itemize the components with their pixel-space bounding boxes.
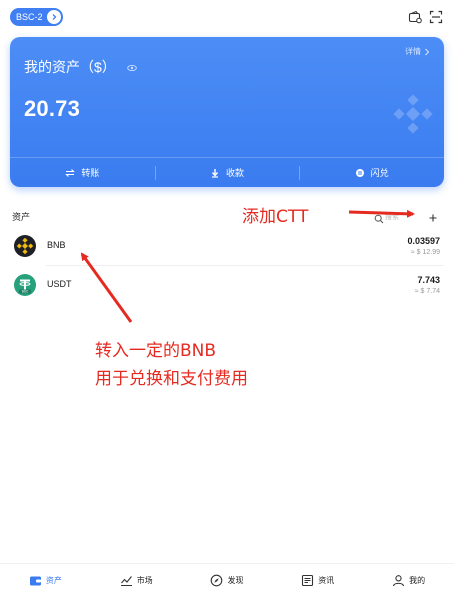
- details-link[interactable]: 详情: [405, 46, 430, 57]
- asset-row-bnb[interactable]: BNB 0.03597 ≈ $ 12.99: [0, 233, 454, 267]
- asset-name: BNB: [47, 240, 66, 250]
- svg-text:BSC: BSC: [22, 290, 29, 294]
- receive-button[interactable]: 收款: [154, 158, 300, 187]
- news-icon: [302, 574, 314, 587]
- details-label: 详情: [405, 47, 421, 56]
- usdt-icon: BSC: [14, 274, 36, 296]
- card-title: 我的资产（$）: [24, 59, 116, 75]
- asset-name: USDT: [47, 279, 72, 289]
- nav-label: 发现: [227, 576, 244, 585]
- nav-news[interactable]: 资讯: [272, 564, 363, 597]
- nav-market[interactable]: 市场: [91, 564, 182, 597]
- eye-icon[interactable]: [127, 60, 137, 72]
- nav-label: 市场: [136, 576, 153, 585]
- asset-fiat-value: ≈ $ 7.74: [414, 288, 440, 295]
- annotation-bnb-line2: 用于兑换和支付费用: [95, 369, 248, 389]
- nav-label: 资产: [45, 576, 62, 585]
- search-label[interactable]: 搜索: [385, 212, 399, 222]
- annotation-add-ctt: 添加CTT: [242, 207, 309, 227]
- card-actions: 转账 收款 闪兑: [10, 157, 444, 187]
- transfer-button[interactable]: 转账: [10, 158, 155, 187]
- add-asset-icon[interactable]: [428, 210, 438, 222]
- nav-discover[interactable]: 发现: [182, 564, 273, 597]
- swap-button[interactable]: 闪兑: [299, 158, 444, 187]
- asset-balance: 7.743: [417, 275, 440, 285]
- nav-label: 资讯: [318, 576, 335, 585]
- transfer-label: 转账: [81, 168, 100, 178]
- wallet-manage-icon[interactable]: [408, 10, 422, 24]
- receive-label: 收款: [226, 168, 245, 178]
- compass-icon: [211, 574, 223, 587]
- market-chart-icon: [120, 576, 132, 587]
- search-icon[interactable]: [374, 211, 384, 224]
- asset-fiat-value: ≈ $ 12.99: [410, 249, 440, 256]
- network-label: BSC-2: [16, 12, 43, 22]
- scan-icon[interactable]: [429, 10, 443, 24]
- wallet-icon: [29, 576, 41, 586]
- swap-label: 闪兑: [370, 168, 389, 178]
- swap-icon: [355, 168, 364, 177]
- nav-assets[interactable]: 资产: [0, 564, 91, 597]
- bnb-watermark-icon: [392, 93, 434, 135]
- chevron-right-icon: [425, 48, 430, 55]
- total-assets-card: 我的资产（$） 详情 20.73 转账 收款 闪兑: [10, 37, 444, 187]
- transfer-icon: [65, 168, 76, 177]
- user-icon: [393, 575, 405, 587]
- assets-section-title: 资产: [12, 212, 31, 222]
- bottom-nav: 资产 市场 发现 资讯 我的: [0, 563, 454, 597]
- bnb-icon: [14, 235, 36, 257]
- annotation-bnb-line1: 转入一定的BNB: [95, 341, 217, 361]
- receive-icon: [211, 168, 219, 178]
- row-divider: [46, 265, 444, 266]
- network-selector[interactable]: BSC-2: [10, 8, 63, 26]
- nav-profile[interactable]: 我的: [363, 564, 454, 597]
- asset-balance: 0.03597: [407, 236, 440, 246]
- total-amount: 20.73: [24, 96, 81, 121]
- asset-row-usdt[interactable]: BSC USDT 7.743 ≈ $ 7.74: [0, 272, 454, 306]
- nav-label: 我的: [409, 576, 426, 585]
- chevron-right-icon: [47, 10, 61, 24]
